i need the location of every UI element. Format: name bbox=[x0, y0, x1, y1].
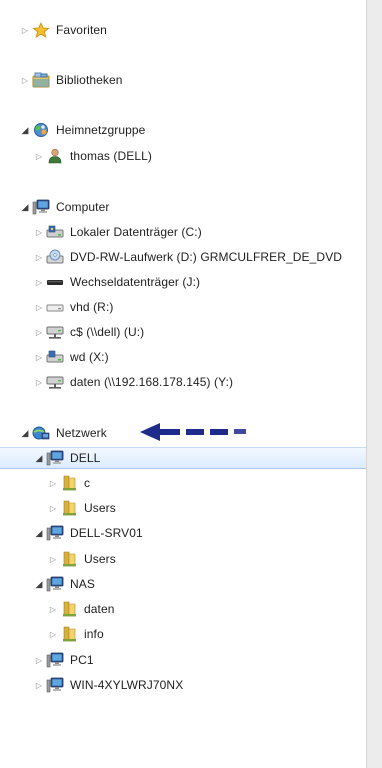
tree-item-label: daten bbox=[84, 602, 115, 616]
tree-item-drive-d[interactable]: ▷ DVD-RW-Laufwerk (D:) GRMCULFRER_DE_DVD bbox=[0, 246, 366, 268]
tree-item-label: DELL bbox=[70, 451, 101, 465]
hard-drive-icon bbox=[46, 224, 64, 240]
expand-arrow-icon[interactable]: ▷ bbox=[20, 25, 30, 35]
expand-arrow-icon[interactable]: ▷ bbox=[48, 604, 58, 614]
folder-icon bbox=[60, 475, 78, 491]
tree-item-label: info bbox=[84, 627, 104, 641]
computer-icon bbox=[32, 199, 50, 215]
tree-item-label: vhd (R:) bbox=[70, 300, 114, 314]
star-icon bbox=[32, 22, 50, 38]
tree-item-label: daten (\\192.168.178.145) (Y:) bbox=[70, 375, 234, 389]
collapse-arrow-icon[interactable]: ◢ bbox=[20, 202, 30, 212]
tree-item-label: wd (X:) bbox=[70, 350, 109, 364]
expand-arrow-icon[interactable]: ▷ bbox=[34, 252, 44, 262]
expand-arrow-icon[interactable]: ▷ bbox=[34, 655, 44, 665]
user-icon bbox=[46, 148, 64, 164]
tree-item-label: thomas (DELL) bbox=[70, 149, 152, 163]
tree-item-label: Users bbox=[84, 552, 116, 566]
library-icon bbox=[32, 72, 50, 88]
computer-icon bbox=[46, 677, 64, 693]
expand-arrow-icon[interactable]: ▷ bbox=[34, 377, 44, 387]
folder-icon bbox=[60, 626, 78, 642]
computer-icon bbox=[46, 525, 64, 541]
expand-arrow-icon[interactable]: ▷ bbox=[34, 302, 44, 312]
tree-item-label: Lokaler Datenträger (C:) bbox=[70, 225, 202, 239]
expand-arrow-icon[interactable]: ▷ bbox=[48, 629, 58, 639]
tree-item-label: NAS bbox=[70, 577, 95, 591]
tree-item-drive-c[interactable]: ▷ Lokaler Datenträger (C:) bbox=[0, 221, 366, 243]
network-drive-icon bbox=[46, 324, 64, 340]
expand-arrow-icon[interactable]: ▷ bbox=[48, 554, 58, 564]
expand-arrow-icon[interactable]: ▷ bbox=[34, 151, 44, 161]
navigation-pane: ▷ Favoriten ▷ Bibliotheken ◢ Heimnetzgru… bbox=[0, 0, 366, 768]
network-icon bbox=[32, 425, 50, 441]
expand-arrow-icon[interactable]: ▷ bbox=[34, 352, 44, 362]
tree-item-net-dell-c[interactable]: ▷ c bbox=[0, 472, 366, 494]
collapse-arrow-icon[interactable]: ◢ bbox=[34, 453, 44, 463]
folder-icon bbox=[60, 551, 78, 567]
removable-drive-icon bbox=[46, 274, 64, 290]
computer-icon bbox=[46, 450, 64, 466]
tree-item-net-nas[interactable]: ◢ NAS bbox=[0, 573, 366, 595]
tree-item-drive-j[interactable]: ▷ Wechseldatenträger (J:) bbox=[0, 271, 366, 293]
expand-arrow-icon[interactable]: ▷ bbox=[20, 75, 30, 85]
tree-item-label: Users bbox=[84, 501, 116, 515]
tree-item-homegroup-user[interactable]: ▷ thomas (DELL) bbox=[0, 145, 366, 167]
computer-icon bbox=[46, 652, 64, 668]
tree-item-computer[interactable]: ◢ Computer bbox=[0, 196, 366, 218]
tree-item-label: Computer bbox=[56, 200, 110, 214]
tree-item-favorites[interactable]: ▷ Favoriten bbox=[0, 19, 366, 41]
homegroup-icon bbox=[32, 122, 50, 138]
collapse-arrow-icon[interactable]: ◢ bbox=[20, 125, 30, 135]
tree-item-net-dell-users[interactable]: ▷ Users bbox=[0, 497, 366, 519]
expand-arrow-icon[interactable]: ▷ bbox=[48, 503, 58, 513]
tree-item-net-srv-users[interactable]: ▷ Users bbox=[0, 548, 366, 570]
tree-item-net-nas-info[interactable]: ▷ info bbox=[0, 623, 366, 645]
annotation-arrow-icon bbox=[140, 423, 246, 441]
folder-icon bbox=[60, 601, 78, 617]
tree-item-label: DELL-SRV01 bbox=[70, 526, 143, 540]
folder-icon bbox=[60, 500, 78, 516]
tree-item-label: WIN-4XYLWRJ70NX bbox=[70, 678, 184, 692]
expand-arrow-icon[interactable]: ▷ bbox=[34, 277, 44, 287]
tree-item-homegroup[interactable]: ◢ Heimnetzgruppe bbox=[0, 119, 366, 141]
tree-item-label: c$ (\\dell) (U:) bbox=[70, 325, 145, 339]
tree-item-label: Wechseldatenträger (J:) bbox=[70, 275, 201, 289]
tree-item-label: Bibliotheken bbox=[56, 73, 123, 87]
tree-item-label: PC1 bbox=[70, 653, 94, 667]
tree-item-libraries[interactable]: ▷ Bibliotheken bbox=[0, 69, 366, 91]
tree-item-label: DVD-RW-Laufwerk (D:) GRMCULFRER_DE_DVD bbox=[70, 250, 343, 264]
tree-item-drive-x[interactable]: ▷ wd (X:) bbox=[0, 346, 366, 368]
tree-item-net-dell[interactable]: ◢ DELL bbox=[0, 447, 366, 469]
collapse-arrow-icon[interactable]: ◢ bbox=[34, 579, 44, 589]
tree-item-drive-y[interactable]: ▷ daten (\\192.168.178.145) (Y:) bbox=[0, 371, 366, 393]
tree-item-net-win[interactable]: ▷ WIN-4XYLWRJ70NX bbox=[0, 674, 366, 696]
vertical-scrollbar[interactable] bbox=[366, 0, 382, 768]
expand-arrow-icon[interactable]: ▷ bbox=[48, 478, 58, 488]
computer-icon bbox=[46, 576, 64, 592]
tree-item-drive-u[interactable]: ▷ c$ (\\dell) (U:) bbox=[0, 321, 366, 343]
collapse-arrow-icon[interactable]: ◢ bbox=[20, 428, 30, 438]
collapse-arrow-icon[interactable]: ◢ bbox=[34, 528, 44, 538]
network-drive-icon bbox=[46, 374, 64, 390]
tree-item-label: Netzwerk bbox=[56, 426, 107, 440]
tree-item-drive-r[interactable]: ▷ vhd (R:) bbox=[0, 296, 366, 318]
dvd-drive-icon bbox=[46, 249, 64, 265]
tree-item-net-pc1[interactable]: ▷ PC1 bbox=[0, 649, 366, 671]
tree-item-label: Heimnetzgruppe bbox=[56, 123, 146, 137]
virtual-disk-icon bbox=[46, 299, 64, 315]
tree-item-label: c bbox=[84, 476, 91, 490]
expand-arrow-icon[interactable]: ▷ bbox=[34, 680, 44, 690]
tree-item-label: Favoriten bbox=[56, 23, 107, 37]
tree-item-net-srv[interactable]: ◢ DELL-SRV01 bbox=[0, 522, 366, 544]
expand-arrow-icon[interactable]: ▷ bbox=[34, 227, 44, 237]
tree-item-net-nas-daten[interactable]: ▷ daten bbox=[0, 598, 366, 620]
expand-arrow-icon[interactable]: ▷ bbox=[34, 327, 44, 337]
hard-drive-icon bbox=[46, 349, 64, 365]
